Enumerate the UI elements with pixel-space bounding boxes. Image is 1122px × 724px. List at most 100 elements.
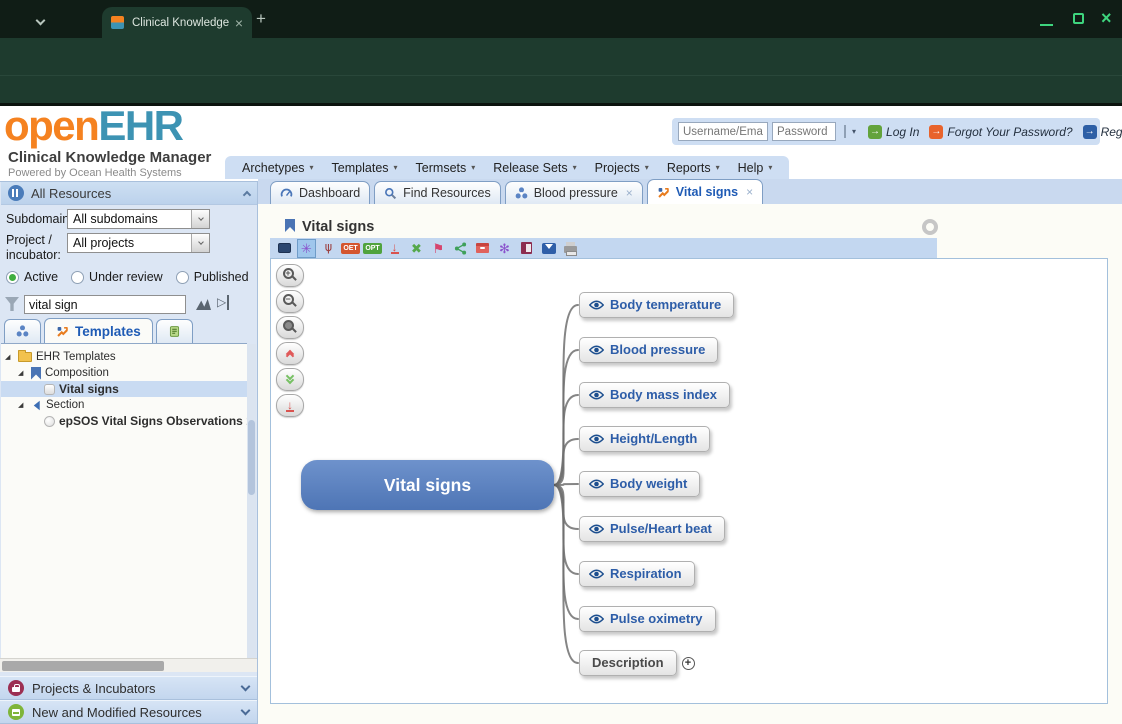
zoom-in-button[interactable]: + [276, 264, 304, 287]
tab-vital-signs[interactable]: Vital signs× [647, 179, 763, 204]
tree-view-icon: ⋔ [323, 242, 334, 255]
oet-download-button[interactable]: OET [342, 240, 359, 257]
forgot-password-link[interactable]: →Forgot Your Password? [929, 125, 1072, 139]
window-close-button[interactable]: × [1101, 8, 1112, 29]
share-button[interactable] [452, 240, 469, 257]
caret-down-icon: ▾ [394, 163, 398, 172]
sidebar-tab-archetypes[interactable] [4, 319, 41, 343]
login-options-caret-icon[interactable]: ▾ [852, 127, 856, 136]
subdomain-select[interactable]: All subdomains [67, 209, 210, 229]
menu-release-sets[interactable]: Release Sets▾ [484, 161, 585, 175]
opt-download-icon: OPT [363, 243, 381, 254]
menu-templates[interactable]: Templates▾ [323, 161, 407, 175]
username-input[interactable] [678, 122, 768, 141]
menu-bar: Archetypes▾Templates▾Termsets▾Release Se… [225, 156, 789, 179]
download-button[interactable]: ↓ [386, 240, 403, 257]
expand-node-icon[interactable]: + [682, 657, 695, 670]
zoom-in-icon: + [285, 270, 296, 281]
tab-blood-pressure[interactable]: Blood pressure× [505, 181, 643, 204]
panel-projects-incubators[interactable]: Projects & Incubators [0, 676, 257, 700]
mindmap-node-body-mass-index[interactable]: Body mass index [579, 382, 730, 408]
opt-download-button[interactable]: OPT [364, 240, 381, 257]
mindmap-node-respiration[interactable]: Respiration [579, 561, 695, 587]
collapse-button[interactable]: ✖ [408, 240, 425, 257]
mindmap-node-pulse-oximetry[interactable]: Pulse oximetry [579, 606, 716, 632]
register-arrow-icon: → [1083, 125, 1097, 139]
status-radio-group: Active Under review Published [6, 270, 249, 284]
table-view-button[interactable] [276, 240, 293, 257]
mindmap-node-body-temperature[interactable]: Body temperature [579, 292, 734, 318]
caret-down-icon: ▾ [310, 163, 314, 172]
tab-close-icon[interactable]: × [626, 186, 633, 200]
new-tab-button[interactable]: + [256, 9, 266, 29]
radio-published[interactable]: Published [176, 270, 249, 284]
run-filter-icon[interactable]: ▷ [217, 295, 229, 310]
tree-expander-icon[interactable]: ◢ [18, 401, 27, 409]
tree-item-ehr-templates[interactable]: ◢EHR Templates [1, 349, 247, 365]
tree-view-button[interactable]: ⋔ [320, 240, 337, 257]
tree-vertical-scrollbar[interactable] [247, 344, 256, 658]
openehr-logo[interactable]: openEHR [4, 104, 183, 148]
radio-under-review[interactable]: Under review [71, 270, 163, 284]
register-link[interactable]: →Register [1083, 125, 1122, 139]
mindmap-node-body-weight[interactable]: Body weight [579, 471, 700, 497]
window-minimize-button[interactable] [1040, 24, 1053, 26]
mindmap-node-blood-pressure[interactable]: Blood pressure [579, 337, 718, 363]
mindmap-panel: + − ↓ Vital signs Body temperature Blood pr… [270, 258, 1108, 704]
remember-me-checkbox[interactable] [844, 125, 846, 138]
mindmap-view-button[interactable]: ✳ [298, 240, 315, 257]
download-mindmap-icon: ↓ [286, 400, 294, 412]
menu-reports[interactable]: Reports▾ [658, 161, 729, 175]
mindmap-node-pulse-heart-beat[interactable]: Pulse/Heart beat [579, 516, 725, 542]
menu-help[interactable]: Help▾ [729, 161, 782, 175]
tree-item-section[interactable]: ◢Section [1, 397, 247, 413]
tab-search-button[interactable] [30, 12, 50, 28]
expand-all-button[interactable] [276, 368, 304, 391]
eye-icon [589, 390, 604, 400]
menu-archetypes[interactable]: Archetypes▾ [233, 161, 323, 175]
zoom-reset-button[interactable] [276, 316, 304, 339]
tree-item-vital-signs[interactable]: Vital signs [1, 381, 247, 397]
menu-termsets[interactable]: Termsets▾ [407, 161, 485, 175]
all-resources-header[interactable]: All Resources [1, 182, 257, 205]
tree-item-composition[interactable]: ◢Composition [1, 365, 247, 381]
main-tab-strip: DashboardFind ResourcesBlood pressure×Vi… [258, 179, 1122, 204]
tab-close-icon[interactable]: × [746, 185, 753, 199]
window-maximize-button[interactable] [1073, 13, 1084, 24]
collapse-sidebar-icon[interactable] [243, 191, 251, 199]
print-button[interactable] [562, 240, 579, 257]
dashboard-icon [280, 187, 293, 200]
export-book-button[interactable] [518, 240, 535, 257]
tab-dashboard[interactable]: Dashboard [270, 181, 370, 204]
sidebar-tab-termsets[interactable] [156, 319, 193, 343]
cycle-button[interactable]: ✻ [496, 240, 513, 257]
search-input[interactable] [24, 295, 186, 314]
mindmap-node-description[interactable]: Description [579, 650, 677, 676]
collapse-all-button[interactable] [276, 342, 304, 365]
log-in-button[interactable]: →Log In [868, 125, 919, 139]
radio-active[interactable]: Active [6, 270, 58, 284]
mindmap-root[interactable]: Vital signs [301, 460, 554, 510]
menu-projects[interactable]: Projects▾ [586, 161, 658, 175]
endorse-button[interactable]: ⚑ [430, 240, 447, 257]
tab-find-resources[interactable]: Find Resources [374, 181, 501, 204]
email-icon [542, 243, 556, 254]
archive-button[interactable] [474, 240, 491, 257]
resource-tree: ◢EHR Templates◢CompositionVital signs◢Se… [1, 343, 247, 658]
tab-close-icon[interactable]: × [235, 15, 243, 31]
download-mindmap-button[interactable]: ↓ [276, 394, 304, 417]
email-button[interactable] [540, 240, 557, 257]
browser-tab[interactable]: Clinical Knowledge Manager × [102, 7, 252, 38]
mindmap-node-wrap-description: Description + [579, 650, 695, 676]
tree-horizontal-scrollbar[interactable] [0, 658, 257, 672]
tree-item-epsos-vital-signs-observations-1-3-6-1[interactable]: epSOS Vital Signs Observations 1.3.6.1 [1, 413, 247, 429]
tree-expander-icon[interactable]: ◢ [18, 369, 27, 377]
mindmap-node-wrap-height-length: Height/Length [579, 426, 710, 452]
password-input[interactable] [772, 122, 836, 141]
zoom-out-button[interactable]: − [276, 290, 304, 313]
tree-expander-icon[interactable]: ◢ [5, 353, 14, 361]
mindmap-node-height-length[interactable]: Height/Length [579, 426, 710, 452]
panel-new-modified-resources[interactable]: New and Modified Resources [0, 700, 257, 724]
project-select[interactable]: All projects [67, 233, 210, 253]
sidebar-tab-templates[interactable]: Templates [44, 318, 153, 343]
